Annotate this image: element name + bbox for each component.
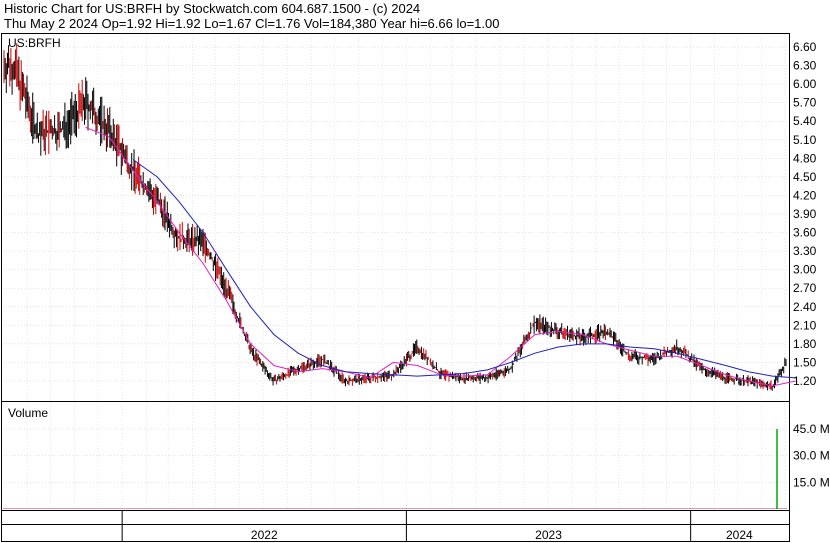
price-bars <box>3 43 787 391</box>
y-tick-label: 1.50 <box>793 355 817 369</box>
x-axis-year-label: 2023 <box>535 528 562 542</box>
price-panel-title: US:BRFH <box>8 36 61 50</box>
x-axis-labels: 2022 2023 2024 <box>251 528 753 542</box>
volume-bars <box>3 429 787 509</box>
y-tick-label: 5.40 <box>793 114 817 128</box>
volume-tick-label: 30.0 M <box>793 449 830 463</box>
stock-chart: 6.60 6.30 6.00 5.70 5.40 5.10 4.80 4.50 4.20 3.90… <box>1 33 830 542</box>
volume-tick-label: 45.0 M <box>793 422 830 436</box>
y-tick-label: 2.70 <box>793 281 817 295</box>
x-axis-band <box>1 510 790 542</box>
y-tick-label: 4.50 <box>793 170 817 184</box>
y-tick-label: 6.60 <box>793 40 817 54</box>
volume-panel-title: Volume <box>8 406 48 420</box>
grid-lines <box>3 35 789 509</box>
y-tick-label: 2.10 <box>793 318 817 332</box>
x-axis-year-label: 2024 <box>726 528 753 542</box>
volume-grid-lines <box>3 428 789 483</box>
y-tick-label: 4.20 <box>793 188 817 202</box>
y-tick-label: 5.70 <box>793 96 817 110</box>
volume-panel <box>1 401 790 511</box>
volume-y-ticks: 45.0 M 30.0 M 15.0 M <box>793 422 830 489</box>
price-y-ticks: 6.60 6.30 6.00 5.70 5.40 5.10 4.80 4.50 4.20 3.90… <box>793 40 817 388</box>
y-tick-label: 5.10 <box>793 133 817 147</box>
y-tick-label: 6.00 <box>793 77 817 91</box>
moving-average-long-line <box>132 159 796 379</box>
year-dividers <box>121 510 692 541</box>
y-tick-label: 4.80 <box>793 151 817 165</box>
x-axis-year-label: 2022 <box>251 528 278 542</box>
y-tick-label: 3.00 <box>793 263 817 277</box>
price-panel <box>1 33 790 402</box>
y-tick-label: 1.20 <box>793 374 817 388</box>
y-tick-label: 3.30 <box>793 244 817 258</box>
y-tick-label: 6.30 <box>793 59 817 73</box>
y-tick-label: 1.80 <box>793 337 817 351</box>
y-tick-label: 3.90 <box>793 207 817 221</box>
y-tick-label: 3.60 <box>793 226 817 240</box>
volume-tick-label: 15.0 M <box>793 475 830 489</box>
y-tick-label: 2.40 <box>793 300 817 314</box>
